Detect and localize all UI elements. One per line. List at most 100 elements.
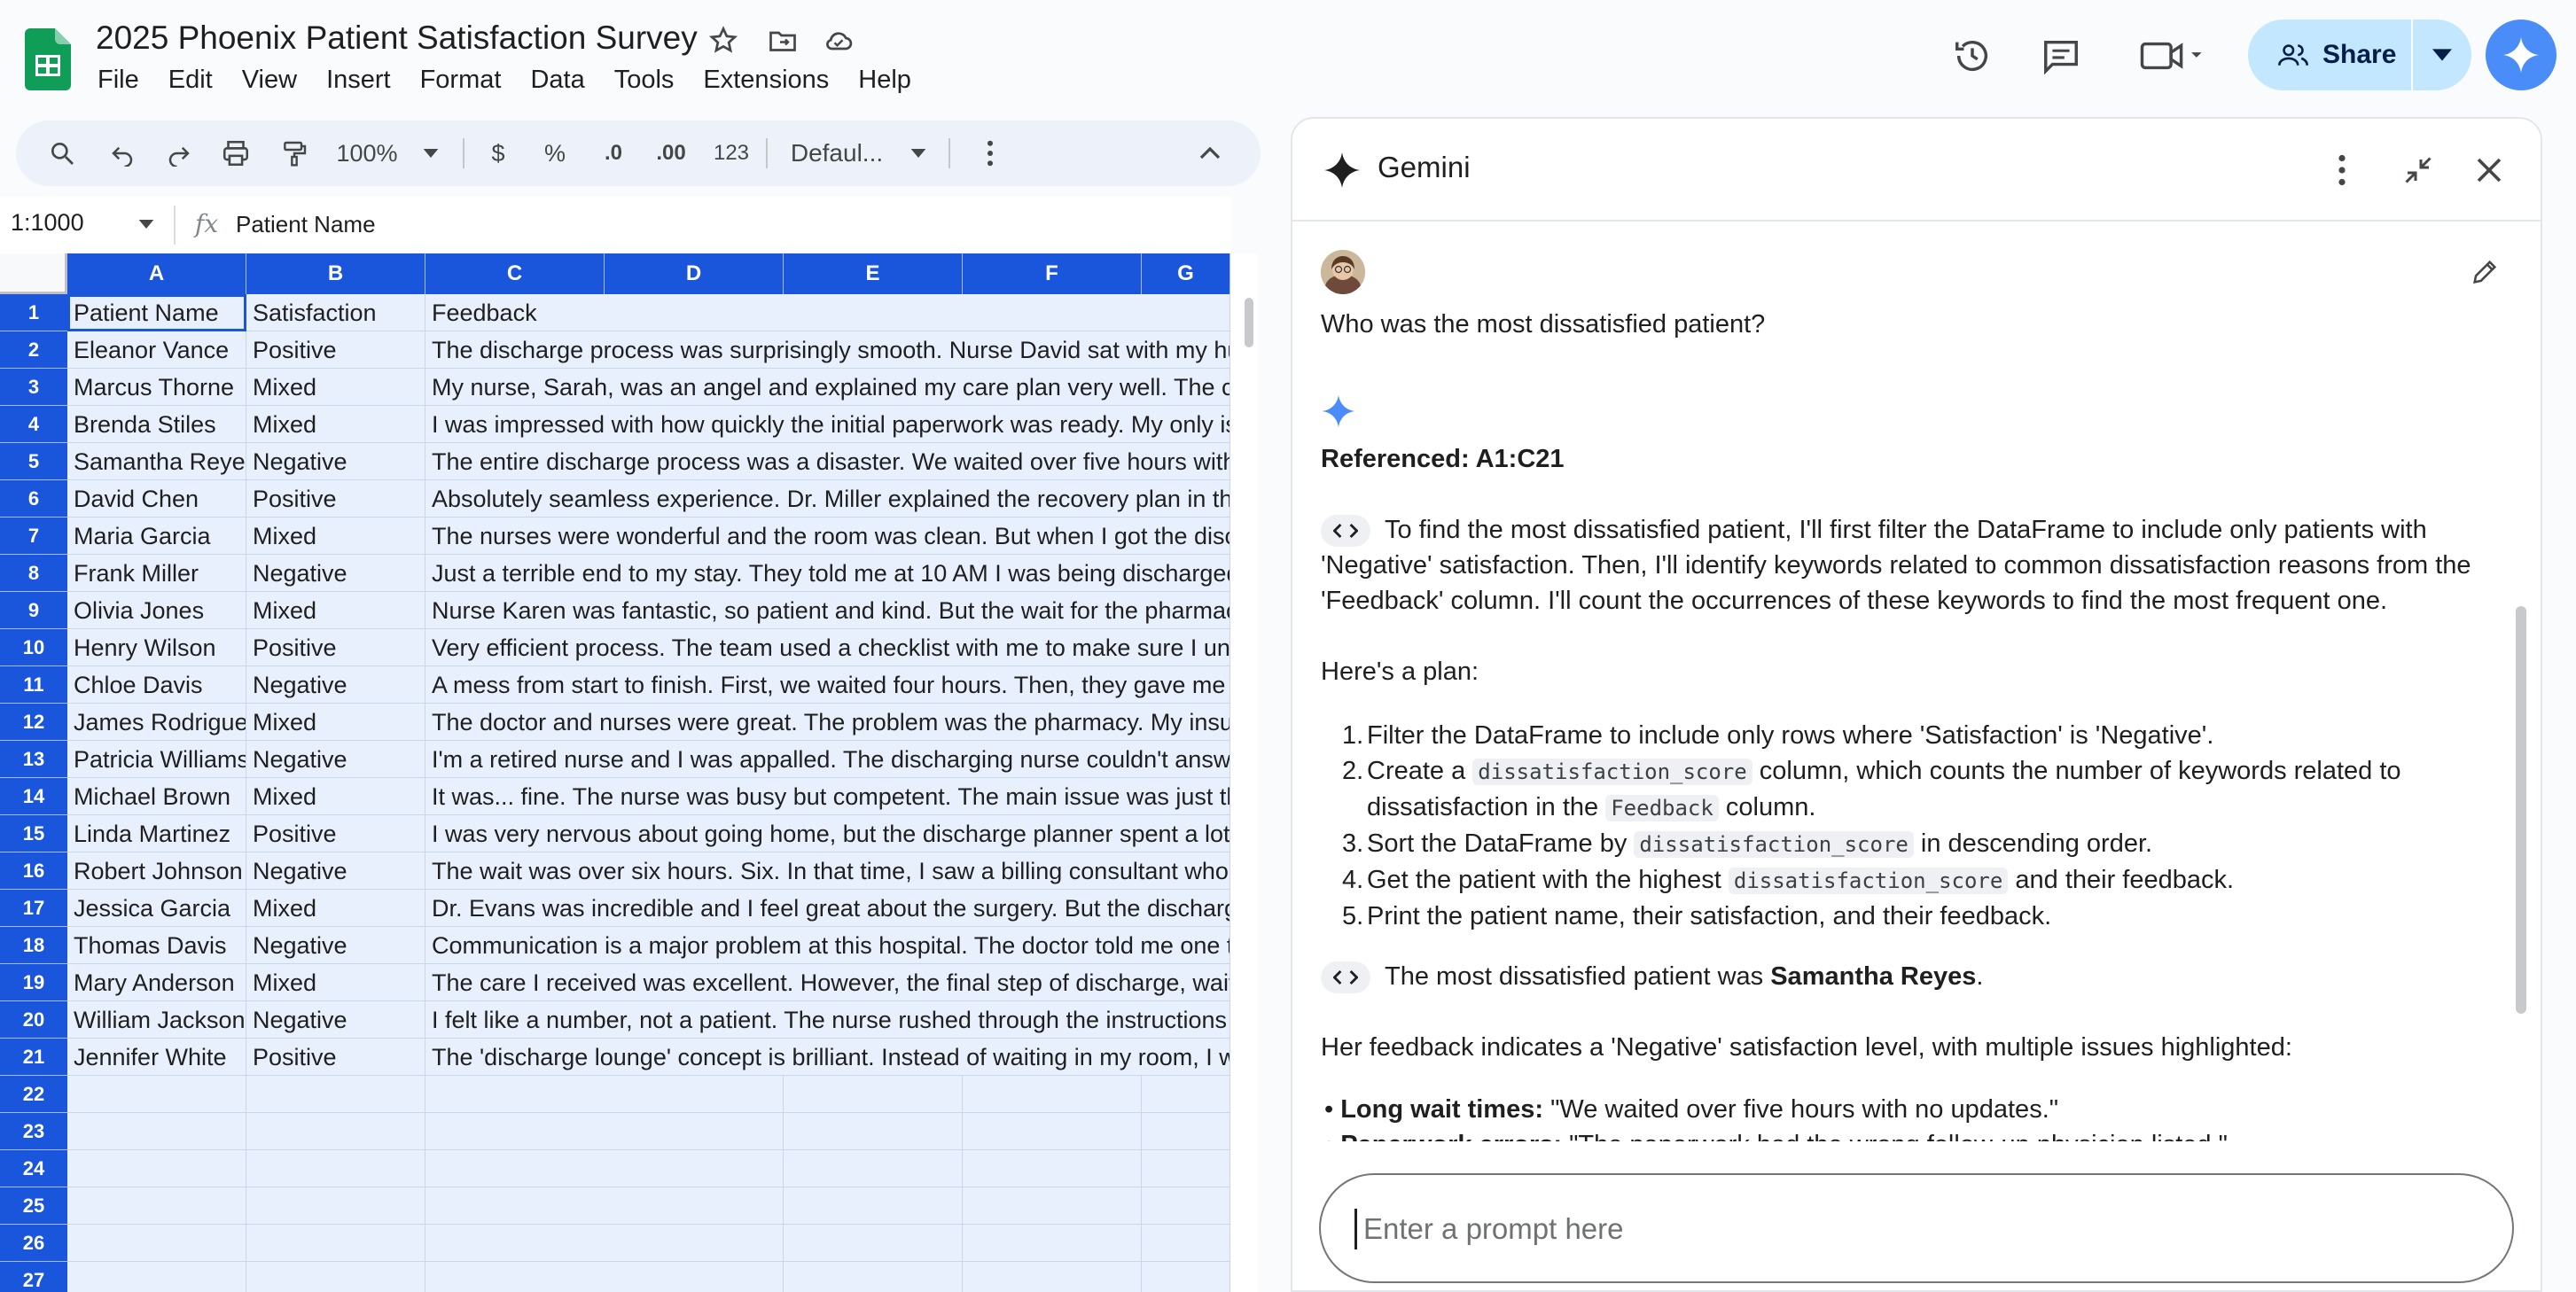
table-cell[interactable]	[67, 1113, 246, 1150]
menu-extensions[interactable]: Extensions	[703, 66, 829, 95]
table-cell[interactable]	[1142, 1076, 1230, 1113]
table-cell[interactable]: Frank Miller	[67, 555, 246, 592]
table-cell[interactable]: My nurse, Sarah, was an angel and explai…	[425, 369, 1230, 406]
collapse-icon[interactable]	[1197, 121, 1223, 186]
table-cell[interactable]: James Rodrigue	[67, 704, 246, 741]
row-header[interactable]: 18	[0, 927, 67, 964]
redo-icon[interactable]	[161, 121, 197, 186]
table-cell[interactable]: Brenda Stiles	[67, 406, 246, 443]
meet-icon[interactable]	[2136, 35, 2209, 76]
row-header[interactable]: 26	[0, 1225, 67, 1262]
more-vert-icon[interactable]	[2337, 154, 2347, 186]
table-cell[interactable]: Mary Anderson	[67, 964, 246, 1001]
row-header[interactable]: 12	[0, 704, 67, 741]
row-header[interactable]: 9	[0, 592, 67, 629]
row-header[interactable]: 7	[0, 518, 67, 555]
row-header[interactable]: 22	[0, 1076, 67, 1113]
table-cell[interactable]: Olivia Jones	[67, 592, 246, 629]
table-cell[interactable]	[246, 1150, 425, 1187]
row-header[interactable]: 21	[0, 1039, 67, 1076]
increase-decimal-button[interactable]: .00	[649, 121, 693, 186]
formula-input[interactable]: Patient Name	[236, 211, 376, 238]
column-header-c[interactable]: C	[425, 253, 605, 294]
code-icon[interactable]	[1321, 961, 1370, 994]
table-cell[interactable]: It was... fine. The nurse was busy but c…	[425, 778, 1230, 815]
table-cell[interactable]	[1142, 1113, 1230, 1150]
code-icon[interactable]	[1321, 515, 1370, 548]
table-cell[interactable]: Jessica Garcia	[67, 890, 246, 927]
table-cell[interactable]: Jennifer White	[67, 1039, 246, 1076]
table-cell[interactable]: Mixed	[246, 406, 425, 443]
menu-data[interactable]: Data	[530, 66, 584, 95]
table-cell[interactable]	[605, 1225, 784, 1262]
row-header[interactable]: 23	[0, 1113, 67, 1150]
paint-format-icon[interactable]	[277, 121, 312, 186]
currency-format-button[interactable]: $	[484, 121, 512, 186]
gemini-toggle-button[interactable]	[2486, 19, 2556, 90]
table-cell[interactable]: Mixed	[246, 369, 425, 406]
close-icon[interactable]	[2473, 154, 2505, 186]
table-cell[interactable]	[605, 1113, 784, 1150]
row-header[interactable]: 13	[0, 741, 67, 778]
table-cell[interactable]	[963, 1076, 1142, 1113]
table-cell[interactable]	[67, 1262, 246, 1292]
table-cell[interactable]: I was very nervous about going home, but…	[425, 815, 1230, 852]
table-cell[interactable]: Nurse Karen was fantastic, so patient an…	[425, 592, 1230, 629]
table-cell[interactable]: Negative	[246, 927, 425, 964]
table-cell[interactable]: I felt like a number, not a patient. The…	[425, 1001, 1230, 1039]
table-cell[interactable]: Positive	[246, 629, 425, 666]
row-header[interactable]: 4	[0, 406, 67, 443]
table-cell[interactable]	[784, 1113, 963, 1150]
table-cell[interactable]: The discharge process was surprisingly s…	[425, 331, 1230, 369]
column-header-b[interactable]: B	[246, 253, 425, 294]
table-cell[interactable]: William Jackson	[67, 1001, 246, 1039]
table-cell[interactable]	[605, 1262, 784, 1292]
sheets-logo-icon[interactable]	[25, 28, 71, 90]
table-cell[interactable]	[784, 1150, 963, 1187]
name-box[interactable]: 1:1000	[11, 209, 84, 237]
table-cell[interactable]	[963, 1150, 1142, 1187]
column-header-e[interactable]: E	[784, 253, 963, 294]
table-cell[interactable]: Just a terrible end to my stay. They tol…	[425, 555, 1230, 592]
column-header-f[interactable]: F	[963, 253, 1142, 294]
cloud-icon[interactable]	[821, 25, 856, 57]
table-cell[interactable]: A mess from start to finish. First, we w…	[425, 666, 1230, 704]
table-cell[interactable]: Patricia Williams	[67, 741, 246, 778]
row-header[interactable]: 25	[0, 1187, 67, 1225]
table-cell[interactable]: Absolutely seamless experience. Dr. Mill…	[425, 480, 1230, 518]
number-format-button[interactable]: 123	[709, 121, 753, 186]
row-header[interactable]: 16	[0, 852, 67, 890]
menu-file[interactable]: File	[98, 66, 139, 95]
move-folder-icon[interactable]	[766, 25, 800, 57]
chevron-down-icon[interactable]	[908, 121, 929, 186]
spreadsheet-grid[interactable]: ABCDEFG 1 Patient Name Satisfaction Feedbac…	[0, 253, 1241, 1292]
zoom-select[interactable]: 100%	[335, 121, 399, 186]
menu-help[interactable]: Help	[858, 66, 911, 95]
table-cell[interactable]	[605, 1150, 784, 1187]
table-cell[interactable]: Samantha Reyes	[67, 443, 246, 480]
row-header[interactable]: 15	[0, 815, 67, 852]
table-cell[interactable]: Mixed	[246, 964, 425, 1001]
row-header[interactable]: 17	[0, 890, 67, 927]
font-select[interactable]: Defaul...	[784, 121, 890, 186]
search-icon[interactable]	[44, 121, 80, 186]
table-cell[interactable]: Positive	[246, 815, 425, 852]
table-cell[interactable]: Henry Wilson	[67, 629, 246, 666]
menu-view[interactable]: View	[242, 66, 297, 95]
table-cell[interactable]	[246, 1187, 425, 1225]
table-cell[interactable]: The nurses were wonderful and the room w…	[425, 518, 1230, 555]
table-cell[interactable]: Thomas Davis	[67, 927, 246, 964]
chevron-down-icon[interactable]	[420, 121, 441, 186]
table-cell[interactable]: Very efficient process. The team used a …	[425, 629, 1230, 666]
row-header[interactable]: 20	[0, 1001, 67, 1039]
row-header[interactable]: 10	[0, 629, 67, 666]
table-cell[interactable]	[1142, 1187, 1230, 1225]
table-cell[interactable]	[67, 1187, 246, 1225]
share-button[interactable]: Share	[2248, 19, 2411, 90]
row-header[interactable]: 14	[0, 778, 67, 815]
percent-format-button[interactable]: %	[541, 121, 569, 186]
table-cell[interactable]	[784, 1225, 963, 1262]
table-cell[interactable]	[246, 1076, 425, 1113]
table-cell[interactable]: Negative	[246, 1001, 425, 1039]
table-cell[interactable]: Negative	[246, 741, 425, 778]
